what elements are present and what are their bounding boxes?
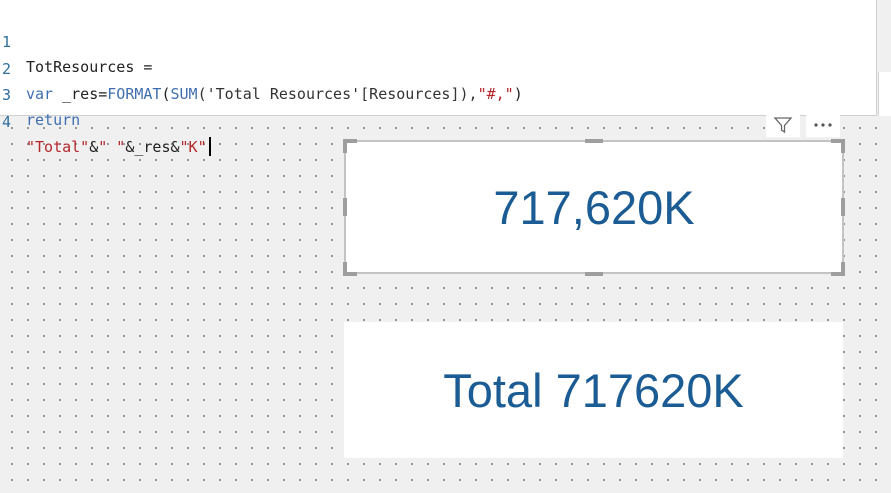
card-value: Total 717620K [443, 363, 744, 417]
code-line-1[interactable]: 1 TotResources = [0, 5, 152, 76]
card-value: 717,620K [493, 180, 695, 234]
filter-icon-glyph [773, 117, 793, 134]
resize-handle-top-left[interactable] [343, 139, 347, 153]
code-token: " " [98, 138, 126, 156]
resize-handle-left[interactable] [343, 198, 347, 216]
line-code: "Total"&" "&_res&"K" [26, 135, 211, 160]
filter-icon[interactable] [766, 113, 800, 137]
more-options-glyph [814, 123, 832, 127]
resize-handle-top-right[interactable] [841, 139, 845, 153]
code-token: SUM [170, 85, 198, 103]
code-token: ) [513, 85, 523, 103]
card-visual-total-label[interactable]: Total 717620K [344, 322, 843, 458]
code-token: ( [161, 85, 171, 103]
dax-formula-editor[interactable]: 1 TotResources = 2 var _res=FORMAT(SUM('… [0, 0, 877, 156]
code-token: "K" [179, 138, 207, 156]
code-line-4[interactable]: 4 "Total"&" "&_res&"K" [0, 85, 211, 156]
code-token: FORMAT [107, 85, 162, 103]
code-token: "#," [477, 85, 514, 103]
code-token: &_res& [125, 138, 180, 156]
code-token: "Total" [26, 138, 90, 156]
more-options-icon[interactable] [806, 113, 840, 137]
resize-handle-right[interactable] [841, 198, 845, 216]
code-token: & [89, 138, 99, 156]
resize-handle-top[interactable] [585, 139, 603, 143]
code-line-2[interactable]: 2 var _res=FORMAT(SUM('Total Resources'[… [0, 32, 523, 103]
code-line-3[interactable]: 3 return [0, 58, 80, 129]
line-code: var _res=FORMAT(SUM('Total Resources'[Re… [26, 82, 523, 107]
card-visual-formatted-total[interactable]: 717,620K [344, 140, 844, 274]
resize-handle-bottom-right[interactable] [841, 262, 845, 276]
code-token: _res= [53, 85, 108, 103]
resize-handle-bottom[interactable] [585, 272, 603, 276]
code-token: ('Total Resources'[Resources]), [197, 85, 478, 103]
report-canvas-root: 1 TotResources = 2 var _res=FORMAT(SUM('… [0, 0, 891, 493]
text-cursor [208, 136, 211, 156]
pane-edge [878, 72, 891, 116]
line-number: 4 [2, 113, 12, 131]
resize-handle-bottom-left[interactable] [343, 262, 347, 276]
